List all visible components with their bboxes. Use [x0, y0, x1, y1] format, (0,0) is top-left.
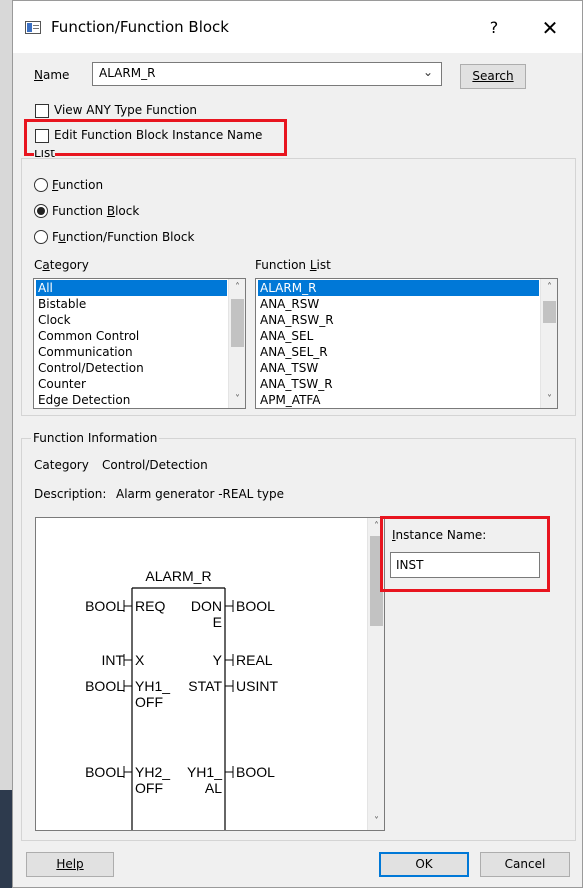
- function-list-item[interactable]: ANA_RSW: [258, 296, 539, 312]
- input-pin-label: OFF: [135, 780, 163, 796]
- scroll-down-icon[interactable]: ˅: [229, 391, 245, 408]
- output-type-label: BOOL: [236, 598, 275, 614]
- info-category-value: Control/Detection: [102, 458, 208, 472]
- function-list-item[interactable]: ANA_SEL_R: [258, 344, 539, 360]
- close-icon[interactable]: ✕: [530, 13, 570, 43]
- output-type-label: USINT: [236, 678, 278, 694]
- function-list-label: Function List: [255, 258, 331, 272]
- function-list-item[interactable]: ANA_RSW_R: [258, 312, 539, 328]
- input-type-label: BOOL: [85, 598, 124, 614]
- function-info-title: Function Information: [31, 431, 160, 445]
- view-any-type-checkbox[interactable]: [35, 104, 49, 118]
- function-items: ALARM_R ANA_RSW ANA_RSW_R ANA_SEL ANA_SEL_R A…: [258, 280, 539, 408]
- category-list-item[interactable]: Common Control: [36, 328, 227, 344]
- category-list-item[interactable]: Communication: [36, 344, 227, 360]
- function-list-item[interactable]: ANA_TSW_R: [258, 376, 539, 392]
- scroll-thumb[interactable]: [231, 299, 244, 347]
- name-label-rest: ame: [42, 68, 70, 82]
- category-list-item[interactable]: Bistable: [36, 296, 227, 312]
- function-dialog: Function/Function Block ? ✕ Name ALARM_R…: [12, 0, 583, 888]
- info-description-value: Alarm generator -REAL type: [116, 487, 284, 501]
- ok-button[interactable]: OK: [379, 852, 469, 877]
- highlight-box-instance: [380, 516, 550, 592]
- view-any-type-label: View ANY Type Function: [54, 103, 198, 117]
- function-list-item[interactable]: ALARM_R: [258, 280, 539, 296]
- function-list-item[interactable]: ANA_SEL: [258, 328, 539, 344]
- window-title: Function/Function Block: [51, 18, 229, 36]
- search-button[interactable]: Search: [460, 64, 526, 89]
- output-pin-label: YH1_: [187, 764, 222, 780]
- function-block-diagram: ALARM_RBOOL REQ DONEBOOLINT X Y REALBOOL YH1_O…: [85, 568, 278, 830]
- category-list-item[interactable]: Control/Detection: [36, 360, 227, 376]
- info-description-label: Description:: [34, 487, 107, 501]
- input-type-label: BOOL: [85, 764, 124, 780]
- name-combobox[interactable]: ALARM_R ⌄: [92, 62, 442, 86]
- category-items: All Bistable Clock Common Control Communicat…: [36, 280, 227, 408]
- input-type-label: INT: [101, 652, 124, 668]
- radio-function-block[interactable]: [34, 204, 48, 218]
- output-type-label: REAL: [236, 652, 273, 668]
- output-pin-label: E: [213, 614, 222, 630]
- block-name: ALARM_R: [145, 568, 211, 584]
- input-pin-label: REQ: [135, 598, 165, 614]
- chevron-down-icon[interactable]: ⌄: [423, 65, 433, 79]
- input-pin-label: X: [135, 652, 145, 668]
- radio-function-label: Function: [52, 178, 104, 192]
- scroll-down-icon[interactable]: ˅: [368, 813, 384, 830]
- input-type-label: BOOL: [85, 678, 124, 694]
- radio-function[interactable]: [34, 178, 48, 192]
- output-pin-label: DON: [191, 598, 222, 614]
- input-pin-label: OFF: [135, 694, 163, 710]
- title-bar: Function/Function Block ? ✕: [13, 1, 582, 53]
- output-pin-label: Y: [213, 652, 223, 668]
- search-button-label: Search: [472, 69, 514, 83]
- category-list-item[interactable]: Counter: [36, 376, 227, 392]
- help-button-label: Help: [56, 857, 84, 871]
- help-button[interactable]: Help: [26, 852, 114, 877]
- block-diagram-view[interactable]: ALARM_R BOOL REQ DON E BOOL INT X Y REAL BOOL YH1_ O…: [35, 517, 385, 831]
- output-pin-label: STAT: [188, 678, 222, 694]
- info-category-label: Category: [34, 458, 89, 472]
- function-listbox[interactable]: ALARM_R ANA_RSW ANA_RSW_R ANA_SEL ANA_SEL_R A…: [255, 278, 558, 409]
- help-icon[interactable]: ?: [474, 13, 514, 43]
- function-list-item[interactable]: APM_ATFA: [258, 392, 539, 408]
- category-list-item[interactable]: Clock: [36, 312, 227, 328]
- cancel-button-label: Cancel: [504, 857, 546, 871]
- input-pin-label: YH2_: [135, 764, 170, 780]
- category-listbox[interactable]: All Bistable Clock Common Control Communicat…: [33, 278, 246, 409]
- output-pin-label: AL: [205, 780, 222, 796]
- scroll-up-icon[interactable]: ˄: [229, 279, 245, 296]
- input-pin-label: YH1_: [135, 678, 170, 694]
- scroll-up-icon[interactable]: ˄: [541, 279, 557, 296]
- function-scrollbar[interactable]: ˄ ˅: [540, 279, 557, 408]
- category-list-item[interactable]: Edge Detection: [36, 392, 227, 408]
- output-type-label: BOOL: [236, 764, 275, 780]
- app-window-icon: [25, 21, 41, 34]
- background-taskbar-edge: [0, 790, 12, 888]
- name-combobox-value: ALARM_R: [99, 66, 156, 80]
- radio-function-block-label: Function Block: [52, 204, 140, 218]
- function-list-item[interactable]: ANA_TSW: [258, 360, 539, 376]
- list-group-title: List: [34, 150, 55, 158]
- radio-function-function-block-label: Function/Function Block: [52, 230, 195, 244]
- name-label: Name: [34, 68, 70, 82]
- radio-function-function-block[interactable]: [34, 230, 48, 244]
- category-list-item[interactable]: All: [36, 280, 227, 296]
- ok-button-label: OK: [415, 857, 433, 871]
- background-window-edge: [0, 0, 12, 888]
- scroll-thumb[interactable]: [543, 301, 556, 323]
- highlight-box-edit-instance: [24, 119, 287, 156]
- category-list-label: Category: [34, 258, 89, 272]
- cancel-button[interactable]: Cancel: [480, 852, 570, 877]
- category-scrollbar[interactable]: ˄ ˅: [228, 279, 245, 408]
- scroll-down-icon[interactable]: ˅: [541, 391, 557, 408]
